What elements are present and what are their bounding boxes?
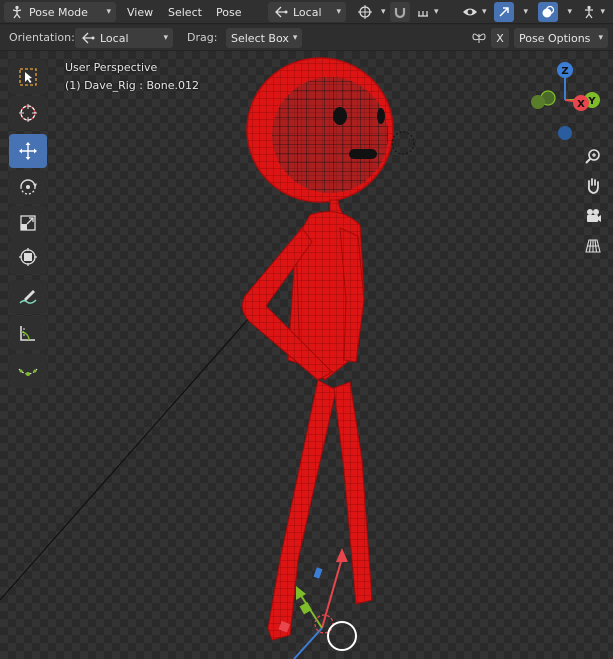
chevron-down-icon: ▾ (434, 7, 439, 17)
camera-view-button[interactable] (582, 205, 604, 227)
chevron-down-icon: ▾ (163, 33, 168, 43)
relax-pose-icon (18, 368, 38, 376)
chevron-down-icon: ▾ (106, 7, 111, 17)
gizmo-view-circle[interactable] (327, 621, 357, 651)
measure-icon (20, 326, 35, 341)
chevron-down-icon: ▾ (567, 7, 572, 17)
chevron-down-icon: ▾ (482, 7, 487, 17)
chevron-down-icon: ▾ (381, 7, 386, 17)
local-orientation-icon (273, 4, 289, 20)
overlay-icon (540, 4, 556, 20)
pan-button[interactable] (582, 175, 604, 197)
drag-value: Select Box (231, 31, 289, 45)
drag-dropdown[interactable]: Select Box ▾ (226, 28, 302, 48)
orientation-caption: Orientation: (9, 31, 75, 44)
rotate-icon (20, 179, 37, 195)
pose-options-label: Pose Options (519, 31, 591, 45)
gizmo-toggle[interactable] (494, 2, 514, 22)
pose-options-dropdown[interactable]: Pose Options ▾ (514, 28, 608, 48)
menu-view[interactable]: View (122, 2, 158, 22)
eye-icon (462, 4, 478, 20)
pivot-icon (357, 4, 373, 20)
axis-neg-y-ball-back[interactable] (531, 95, 545, 109)
gizmo-dropdown[interactable]: ▾ (514, 2, 528, 22)
chevron-down-icon: ▾ (292, 33, 298, 43)
grid-icon (585, 239, 601, 253)
bone-overlay-dropdown[interactable]: ▾ (576, 2, 610, 22)
gizmo-plane-yz[interactable] (313, 567, 323, 579)
drag-caption: Drag: (187, 31, 218, 44)
view-perspective-label: User Perspective (65, 61, 158, 74)
local-orientation-icon (80, 30, 96, 46)
tool-orientation-dropdown[interactable]: Local ▾ (75, 28, 173, 48)
tool-relax-pose[interactable] (9, 354, 47, 388)
chevron-down-icon: ▾ (336, 7, 341, 17)
x-mirror-toggle[interactable]: X (491, 28, 509, 48)
navigation-gizmo[interactable]: Z Y X (531, 62, 600, 140)
mode-label: Pose Mode (29, 5, 88, 19)
magnet-icon (392, 4, 408, 20)
axis-z-label: Z (561, 66, 568, 77)
chevron-down-icon: ▾ (600, 7, 605, 17)
tool-transform[interactable] (9, 240, 47, 274)
gizmo-plane-xz[interactable] (299, 602, 312, 615)
right-leg (333, 381, 373, 605)
gizmo-y-arrow[interactable] (296, 586, 306, 600)
3d-viewport[interactable]: Z Y X User Perspective (1) Dave_Rig : Bo… (0, 51, 613, 659)
right-eye (377, 108, 385, 124)
overlays-toggle[interactable] (538, 2, 558, 22)
viewport-header: Pose Mode ▾ View Select Pose Local ▾ ▾ ▾… (0, 0, 613, 24)
mode-selector[interactable]: Pose Mode ▾ (4, 2, 116, 22)
axis-x-label: X (577, 99, 585, 110)
scene-canvas: Z Y X (0, 57, 600, 659)
tool-move[interactable] (9, 134, 47, 168)
ear-bone (391, 131, 415, 155)
menu-select[interactable]: Select (163, 2, 207, 22)
tool-measure[interactable] (9, 316, 47, 350)
axis-neg-z-ball[interactable] (558, 126, 572, 140)
tool-settings-header: Orientation: Local ▾ Drag: Select Box ▾ … (0, 25, 613, 51)
tool-select-box[interactable] (9, 60, 47, 94)
bone-overlay-icon (581, 4, 596, 20)
orientation-label: Local (293, 5, 322, 19)
left-leg (267, 379, 337, 641)
symmetry-toggle[interactable] (468, 28, 490, 48)
chevron-down-icon: ▾ (598, 33, 603, 43)
snap-increment-icon (416, 4, 430, 20)
transform-icon (19, 248, 37, 266)
mouth (349, 149, 377, 159)
tool-cursor[interactable] (9, 96, 47, 130)
overlays-dropdown[interactable]: ▾ (558, 2, 572, 22)
character-rig[interactable] (241, 57, 415, 641)
magnifier-icon (585, 149, 600, 164)
menu-pose[interactable]: Pose (211, 2, 246, 22)
tool-scale[interactable] (9, 206, 47, 240)
move-icon (19, 142, 37, 160)
tool-orientation-value: Local (100, 31, 129, 45)
camera-icon (587, 209, 601, 222)
head-face (272, 77, 388, 193)
gizmo-icon (496, 4, 512, 20)
zoom-button[interactable] (582, 145, 604, 167)
perspective-toggle-button[interactable] (582, 235, 604, 257)
snap-target-dropdown[interactable]: ▾ (411, 2, 441, 22)
butterfly-icon (471, 30, 487, 46)
pivot-point-dropdown[interactable]: ▾ (352, 2, 388, 22)
tool-annotate[interactable] (9, 280, 47, 314)
left-eye (333, 107, 347, 125)
scale-icon (20, 215, 36, 231)
visibility-dropdown[interactable]: ▾ (457, 2, 491, 22)
snap-toggle[interactable] (390, 2, 410, 22)
tool-rotate[interactable] (9, 170, 47, 204)
select-box-icon (19, 68, 37, 86)
transform-orientation-dropdown[interactable]: Local ▾ (268, 2, 346, 22)
chevron-down-icon: ▾ (523, 7, 528, 17)
active-object-label: (1) Dave_Rig : Bone.012 (65, 79, 199, 92)
annotate-icon (19, 290, 37, 304)
gizmo-z-arrow[interactable] (336, 548, 348, 562)
hand-icon (587, 178, 599, 194)
cursor-icon (19, 104, 37, 122)
pose-mode-icon (9, 4, 25, 20)
